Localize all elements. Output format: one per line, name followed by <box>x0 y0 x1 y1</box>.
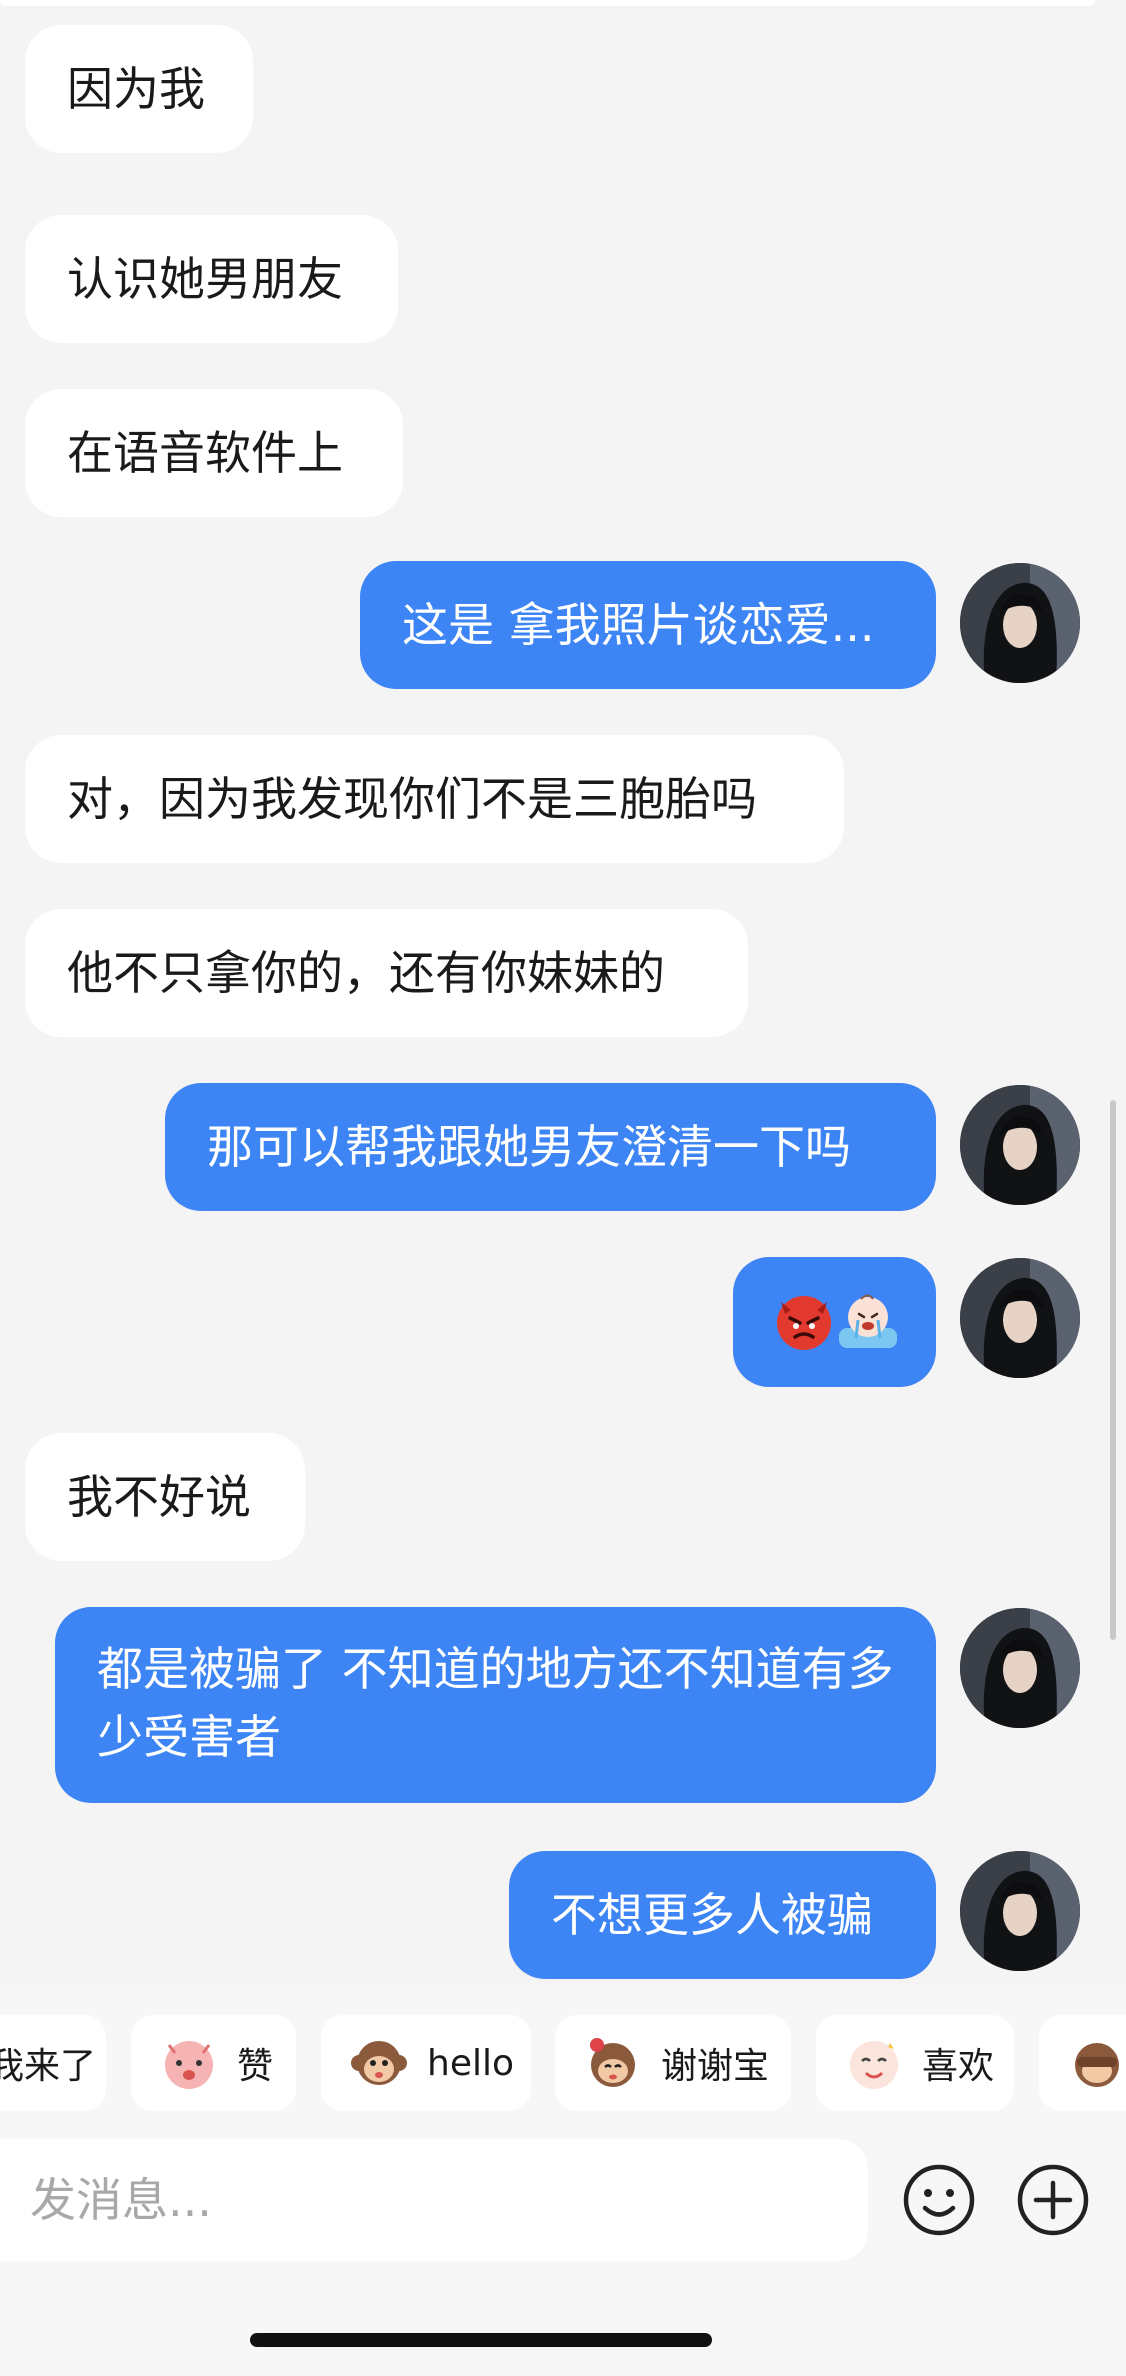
quick-reply-chip[interactable]: 赞 <box>131 2015 296 2111</box>
message-text: 对，因为我发现你们不是三胞胎吗 <box>67 772 757 826</box>
avatar-photo <box>960 1851 1080 1971</box>
scrollbar[interactable] <box>1110 1100 1116 1640</box>
incoming-message-bubble[interactable]: 对，因为我发现你们不是三胞胎吗 <box>25 735 844 863</box>
plus-circle-icon[interactable] <box>1016 2163 1090 2237</box>
quick-reply-chip[interactable]: hello <box>321 2015 531 2111</box>
quick-reply-bar[interactable]: 我来了 赞 hello 谢谢宝 喜欢 <box>0 1985 1126 2135</box>
incoming-message-bubble[interactable]: 因为我 <box>25 25 253 153</box>
input-bar: 发消息... <box>0 2135 1126 2376</box>
avatar-photo <box>960 1608 1080 1728</box>
outgoing-message-bubble[interactable]: 那可以帮我跟她男友澄清一下吗 <box>165 1083 936 1211</box>
chip-label: 我来了 <box>0 2046 97 2087</box>
avatar-photo <box>960 1258 1080 1378</box>
incoming-message-bubble[interactable]: 认识她男朋友 <box>25 215 398 343</box>
input-placeholder: 发消息... <box>30 2173 212 2227</box>
avatar[interactable] <box>960 1085 1080 1205</box>
avatar-photo <box>960 563 1080 683</box>
angry-face-sticker <box>777 1296 831 1350</box>
chip-label: hello <box>427 2042 514 2084</box>
like-bubble-icon <box>850 2041 898 2089</box>
quick-reply-chip[interactable] <box>1039 2015 1126 2111</box>
message-text: 认识她男朋友 <box>67 252 343 306</box>
outgoing-sticker-bubble[interactable] <box>733 1257 936 1387</box>
outgoing-message-bubble[interactable]: 不想更多人被骗 <box>509 1851 936 1979</box>
outgoing-message-bubble[interactable]: 都是被骗了 不知道的地方还不知道有多少受害者 <box>55 1607 936 1803</box>
monkey-cover-eyes-icon <box>1075 2043 1119 2087</box>
quick-reply-chip[interactable]: 我来了 <box>0 2015 106 2111</box>
home-indicator[interactable] <box>250 2333 712 2347</box>
message-text: 在语音软件上 <box>67 426 343 480</box>
avatar[interactable] <box>960 1851 1080 1971</box>
avatar-photo <box>960 1085 1080 1205</box>
incoming-message-bubble[interactable]: 在语音软件上 <box>25 389 403 517</box>
avatar[interactable] <box>960 1258 1080 1378</box>
avatar[interactable] <box>960 563 1080 683</box>
chip-label: 赞 <box>237 2046 274 2087</box>
chip-label: 谢谢宝 <box>661 2046 770 2087</box>
incoming-message-bubble[interactable]: 我不好说 <box>25 1433 305 1561</box>
outgoing-message-bubble[interactable]: 这是 拿我照片谈恋爱... <box>360 561 936 689</box>
message-text: 他不只拿你的，还有你妹妹的 <box>67 946 665 1000</box>
message-text: 都是被骗了 不知道的地方还不知道有多少受害者 <box>97 1642 894 1764</box>
message-text: 因为我 <box>67 62 205 116</box>
message-text: 不想更多人被骗 <box>551 1888 873 1942</box>
quick-reply-chip[interactable]: 喜欢 <box>816 2015 1014 2111</box>
quick-reply-chip[interactable]: 谢谢宝 <box>555 2015 791 2111</box>
smiley-face-icon[interactable] <box>902 2163 976 2237</box>
message-input[interactable]: 发消息... <box>0 2139 868 2261</box>
thanks-monkey-icon <box>590 2038 635 2087</box>
message-text: 那可以帮我跟她男友澄清一下吗 <box>207 1120 851 1174</box>
crying-baby-sticker <box>839 1294 897 1348</box>
message-list[interactable]: 因为我 认识她男朋友 在语音软件上 这是 拿我照片谈恋爱... 对，因为我发现你… <box>0 0 1126 1985</box>
message-text: 我不好说 <box>67 1470 251 1524</box>
message-text: 这是 拿我照片谈恋爱... <box>402 598 875 652</box>
avatar[interactable] <box>960 1608 1080 1728</box>
chip-label: 喜欢 <box>922 2046 995 2087</box>
incoming-message-bubble[interactable]: 他不只拿你的，还有你妹妹的 <box>25 909 748 1037</box>
like-sticker-icon <box>165 2041 213 2089</box>
monkey-hello-icon <box>351 2041 407 2085</box>
